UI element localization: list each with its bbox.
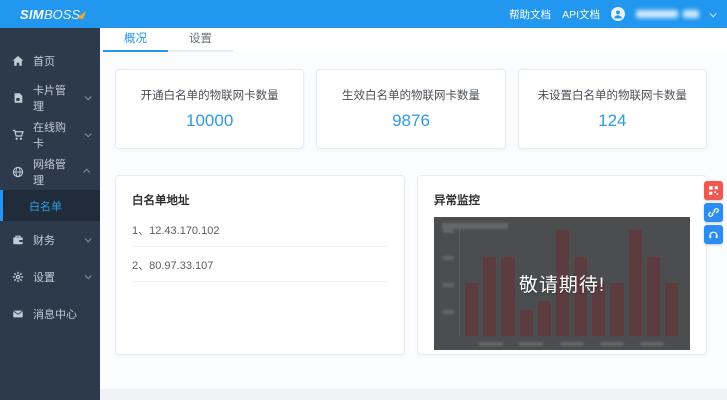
customer-service-button[interactable] bbox=[704, 225, 723, 244]
anomaly-monitor-chart: 敬请期待! bbox=[434, 217, 690, 350]
sidebar: 首页 卡片管理 在线购卡 网络管理 白名单 财务 设置 消息中心 bbox=[0, 28, 100, 400]
panel-title: 白名单地址 bbox=[132, 195, 190, 207]
stat-cards-row: 开通白名单的物联网卡数量 10000 生效白名单的物联网卡数量 9876 未设置… bbox=[115, 69, 707, 149]
stat-label: 未设置白名单的物联网卡数量 bbox=[537, 90, 688, 102]
chevron-up-icon bbox=[83, 168, 91, 176]
chart-bar bbox=[519, 309, 533, 336]
contact-link-button[interactable] bbox=[704, 203, 723, 222]
chart-y-tick-ghost bbox=[443, 256, 454, 260]
whitelist-address-panel: 白名单地址 1、12.43.170.102 2、80.97.33.107 bbox=[115, 175, 405, 355]
chart-bar bbox=[537, 301, 551, 336]
brand-logo-boss: BOSS bbox=[43, 6, 81, 22]
stat-value: 10000 bbox=[186, 111, 234, 130]
stat-card-opened-whitelist: 开通白名单的物联网卡数量 10000 bbox=[115, 69, 305, 149]
user-avatar[interactable] bbox=[611, 7, 625, 21]
masked-text-blob bbox=[636, 10, 678, 18]
sidebar-item-settings[interactable]: 设置 bbox=[0, 258, 100, 295]
sidebar-item-label: 首页 bbox=[33, 55, 55, 68]
chart-x-tick-ghosts bbox=[465, 342, 678, 346]
topbar-right: 帮助文档 API文档 bbox=[509, 7, 727, 22]
list-item: 2、80.97.33.107 bbox=[132, 247, 388, 282]
panel-title: 异常监控 bbox=[434, 195, 480, 207]
promo-qrcode-button[interactable] bbox=[704, 181, 723, 200]
floating-action-buttons bbox=[704, 181, 723, 244]
network-icon bbox=[12, 166, 24, 178]
sidebar-item-buy-cards[interactable]: 在线购卡 bbox=[0, 116, 100, 153]
tab-overview[interactable]: 概况 bbox=[103, 28, 168, 52]
finance-icon bbox=[12, 234, 24, 246]
chevron-down-icon bbox=[84, 93, 92, 101]
user-menu-chevron-down-icon[interactable] bbox=[709, 9, 717, 17]
brand-logo-sim: SIM bbox=[19, 6, 44, 22]
topbar: SIM BOSS 帮助文档 API文档 bbox=[0, 0, 727, 28]
sidebar-subitem-label: 白名单 bbox=[29, 200, 62, 213]
qrcode-icon bbox=[709, 186, 719, 195]
stat-value: 124 bbox=[598, 111, 627, 130]
sidebar-item-message-center[interactable]: 消息中心 bbox=[0, 295, 100, 332]
masked-text-blob bbox=[683, 10, 699, 18]
home-icon bbox=[12, 55, 24, 67]
page-bottom-strip bbox=[100, 389, 727, 400]
sidebar-item-home[interactable]: 首页 bbox=[0, 42, 100, 79]
overview-content: 开通白名单的物联网卡数量 10000 生效白名单的物联网卡数量 9876 未设置… bbox=[100, 52, 727, 355]
sidebar-item-label: 网络管理 bbox=[33, 158, 66, 187]
whitelist-ip-list: 1、12.43.170.102 2、80.97.33.107 bbox=[132, 212, 388, 282]
sidebar-item-network-management[interactable]: 网络管理 bbox=[0, 153, 100, 190]
help-docs-link[interactable]: 帮助文档 bbox=[509, 7, 551, 22]
headset-icon bbox=[709, 231, 718, 239]
stat-card-effective-whitelist: 生效白名单的物联网卡数量 9876 bbox=[316, 69, 506, 149]
anomaly-monitor-panel: 异常监控 敬请期待! bbox=[417, 175, 707, 355]
sidebar-item-card-management[interactable]: 卡片管理 bbox=[0, 79, 100, 116]
chart-x-tick-ghost bbox=[599, 342, 624, 346]
sidebar-item-label: 消息中心 bbox=[33, 308, 77, 321]
link-icon bbox=[708, 208, 719, 217]
sidebar-subitem-whitelist[interactable]: 白名单 bbox=[0, 190, 100, 221]
chart-x-tick-ghost bbox=[640, 342, 664, 346]
main-content: 概况 设置 开通白名单的物联网卡数量 10000 生效白名单的物联网卡数量 98… bbox=[100, 28, 727, 400]
cart-icon bbox=[12, 129, 24, 141]
sidebar-item-finance[interactable]: 财务 bbox=[0, 221, 100, 258]
chart-y-tick-ghost bbox=[443, 229, 454, 233]
gear-icon bbox=[12, 271, 24, 283]
coming-soon-overlay: 敬请期待! bbox=[518, 274, 606, 296]
chart-x-tick-ghost bbox=[559, 342, 584, 346]
chevron-down-icon bbox=[84, 130, 92, 138]
chart-y-tick-ghost bbox=[443, 310, 454, 314]
sidebar-item-label: 卡片管理 bbox=[33, 84, 66, 113]
sidebar-item-label: 在线购卡 bbox=[33, 121, 66, 150]
tab-settings[interactable]: 设置 bbox=[168, 28, 233, 52]
sim-card-icon bbox=[12, 92, 24, 104]
api-docs-link[interactable]: API文档 bbox=[562, 7, 600, 22]
chart-x-tick-ghost bbox=[519, 342, 544, 346]
stat-card-unset-whitelist: 未设置白名单的物联网卡数量 124 bbox=[517, 69, 707, 149]
stat-value: 9876 bbox=[392, 111, 430, 130]
user-phone-masked[interactable] bbox=[636, 10, 699, 18]
logo-swoosh-icon bbox=[77, 10, 86, 19]
tab-bar: 概况 设置 bbox=[100, 28, 727, 52]
sidebar-item-label: 财务 bbox=[33, 234, 55, 247]
person-icon bbox=[614, 10, 622, 19]
message-icon bbox=[12, 308, 24, 320]
chevron-down-icon bbox=[84, 272, 92, 280]
chart-x-tick-ghost bbox=[479, 342, 503, 346]
sidebar-item-label: 设置 bbox=[33, 271, 55, 284]
brand-logo[interactable]: SIM BOSS bbox=[0, 7, 100, 22]
chevron-down-icon bbox=[84, 235, 92, 243]
stat-label: 开通白名单的物联网卡数量 bbox=[140, 90, 279, 102]
stat-label: 生效白名单的物联网卡数量 bbox=[341, 90, 480, 102]
list-item: 1、12.43.170.102 bbox=[132, 212, 388, 247]
panels-row: 白名单地址 1、12.43.170.102 2、80.97.33.107 异常监… bbox=[115, 175, 707, 355]
